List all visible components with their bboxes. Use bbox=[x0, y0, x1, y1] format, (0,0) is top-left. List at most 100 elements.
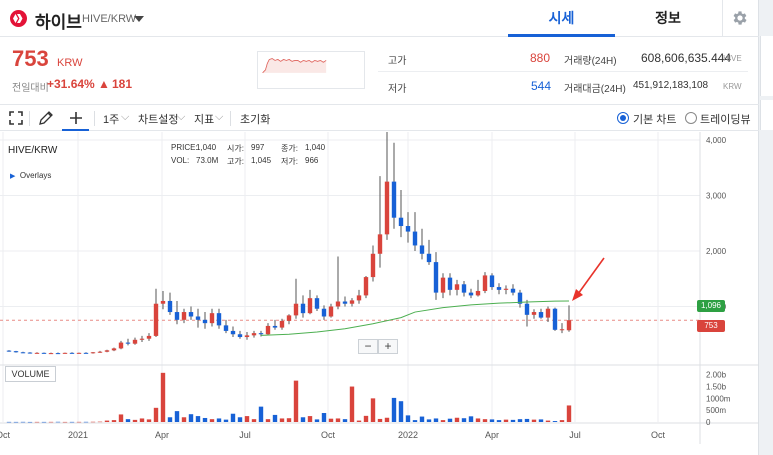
volume-bar bbox=[251, 419, 257, 422]
value-label: 거래대금(24H) bbox=[564, 84, 626, 95]
volume-bar bbox=[356, 420, 362, 422]
volume-bar bbox=[286, 418, 292, 422]
volume-bar bbox=[244, 416, 250, 422]
candle-body bbox=[48, 353, 54, 355]
chevron-down-icon[interactable]: ⌵ bbox=[215, 111, 223, 124]
candle-body bbox=[454, 284, 460, 290]
volume-bar bbox=[321, 413, 327, 422]
volume-bar bbox=[552, 421, 558, 422]
volume-bar bbox=[216, 418, 222, 422]
candle-body bbox=[440, 277, 446, 293]
volume-bar bbox=[447, 418, 453, 422]
time-axis-label: 2022 bbox=[398, 430, 418, 440]
candle-body bbox=[363, 277, 369, 296]
candle-body bbox=[286, 315, 292, 321]
volume-bar bbox=[524, 418, 530, 422]
current-price: 753 bbox=[12, 46, 49, 71]
candle-body bbox=[552, 308, 558, 330]
candle-body bbox=[139, 338, 145, 340]
candle-body bbox=[510, 288, 516, 293]
candle-body bbox=[433, 262, 439, 293]
zoom-in-button[interactable]: + bbox=[378, 339, 398, 354]
volume-bar bbox=[293, 380, 299, 422]
basic-chart-radio[interactable] bbox=[617, 112, 629, 124]
volume-bar bbox=[335, 418, 341, 422]
candle-body bbox=[496, 287, 502, 290]
candle-body bbox=[377, 234, 383, 254]
volume-bar bbox=[496, 420, 502, 422]
candle-body bbox=[118, 342, 124, 349]
divider bbox=[230, 111, 231, 126]
volume-bar bbox=[160, 372, 166, 422]
volume-bar bbox=[265, 419, 271, 422]
candle-body bbox=[202, 319, 208, 324]
candle-body bbox=[559, 329, 565, 331]
indicators-button[interactable]: 지표 bbox=[194, 111, 214, 127]
volume-bar bbox=[83, 421, 89, 423]
price-chart[interactable]: 4,0003,0002,0001,0002.00b1.50b1000m500m0… bbox=[0, 132, 759, 444]
open-caption-value: 997 bbox=[251, 143, 265, 152]
volume-bar bbox=[27, 421, 33, 423]
change-amount: 181 bbox=[112, 77, 133, 91]
overlays-toggle[interactable]: ▶ Overlays bbox=[10, 171, 51, 180]
reset-button[interactable]: 초기화 bbox=[240, 111, 270, 127]
candle-body bbox=[69, 352, 75, 354]
candle-body bbox=[524, 303, 530, 315]
candle-body bbox=[391, 181, 397, 218]
chart-toolbar: 1주 ⌵ 차트설정 ⌵ 지표 ⌵ 초기화 기본 차트 트레이딩뷰 bbox=[0, 104, 759, 131]
candle-body bbox=[230, 330, 236, 335]
time-axis-label: Apr bbox=[155, 430, 169, 440]
pencil-icon[interactable] bbox=[37, 109, 55, 127]
candle-body bbox=[13, 351, 19, 353]
volume-button[interactable]: VOLUME bbox=[5, 366, 56, 382]
candle-body bbox=[258, 333, 264, 335]
candle-body bbox=[412, 231, 418, 246]
candle-body bbox=[265, 325, 271, 335]
candle-body bbox=[216, 313, 222, 326]
gear-icon[interactable] bbox=[731, 9, 749, 27]
volume-bar bbox=[377, 418, 383, 422]
hive-logo-icon bbox=[10, 10, 27, 27]
chevron-down-icon[interactable] bbox=[134, 16, 144, 22]
volume-bar bbox=[272, 414, 278, 422]
time-axis-label: Oct bbox=[0, 430, 10, 440]
mini-price-chart bbox=[257, 51, 365, 89]
candle-body bbox=[104, 350, 110, 352]
chart-settings-button[interactable]: 차트설정 bbox=[138, 111, 178, 127]
chart-symbol: HIVE/KRW bbox=[8, 145, 58, 156]
side-panel-edge bbox=[760, 0, 773, 455]
candle-body bbox=[272, 325, 278, 328]
fullscreen-icon[interactable] bbox=[7, 109, 25, 127]
volume-unit: HIVE bbox=[723, 54, 742, 63]
volume-bar bbox=[146, 419, 152, 422]
volume-bar bbox=[237, 417, 243, 422]
vol-caption-value: 73.0M bbox=[196, 156, 219, 165]
volume-axis-label: 1000m bbox=[706, 394, 731, 403]
volume-bar bbox=[34, 421, 40, 423]
crosshair-icon[interactable] bbox=[67, 109, 85, 127]
tradingview-radio[interactable] bbox=[685, 112, 697, 124]
tab-quote[interactable]: 시세 bbox=[508, 0, 615, 37]
basic-chart-label[interactable]: 기본 차트 bbox=[633, 111, 677, 127]
candle-body bbox=[538, 312, 544, 318]
volume-bar bbox=[538, 419, 544, 422]
chevron-down-icon[interactable]: ⌵ bbox=[121, 111, 129, 124]
volume-axis-label: 500m bbox=[706, 406, 726, 415]
candle-body bbox=[307, 298, 313, 314]
volume-bar bbox=[454, 417, 460, 422]
volume-bar bbox=[440, 420, 446, 422]
zoom-out-button[interactable]: − bbox=[358, 339, 378, 354]
volume-bar bbox=[517, 419, 523, 422]
chevron-down-icon[interactable]: ⌵ bbox=[177, 111, 185, 124]
change-label: 전일대비 bbox=[12, 83, 49, 94]
up-arrow-icon: ▲ bbox=[98, 77, 110, 91]
volume-bar bbox=[139, 418, 145, 422]
volume-bar bbox=[90, 421, 96, 423]
tab-info[interactable]: 정보 bbox=[615, 0, 721, 37]
volume-bar bbox=[125, 419, 131, 422]
volume-bar bbox=[328, 418, 334, 422]
volume-bar bbox=[55, 421, 61, 423]
divider bbox=[378, 71, 748, 72]
tradingview-label[interactable]: 트레이딩뷰 bbox=[700, 111, 751, 127]
interval-select[interactable]: 1주 bbox=[103, 111, 119, 127]
